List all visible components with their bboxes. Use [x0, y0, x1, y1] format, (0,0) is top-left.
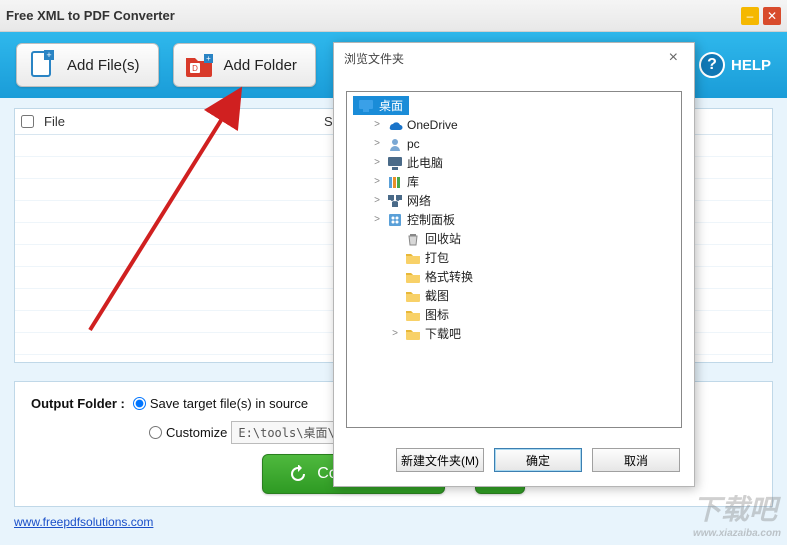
tree-item-label: 控制面板: [407, 211, 455, 228]
lib-icon: [387, 174, 403, 190]
folder-icon: [405, 269, 421, 285]
folder-tree[interactable]: 桌面 >OneDrive>pc>此电脑>库>网络>控制面板回收站打包格式转换截图…: [346, 91, 682, 428]
dialog-buttons: 新建文件夹(M) 确定 取消: [334, 438, 694, 486]
tree-item[interactable]: > 网络: [353, 191, 675, 210]
expand-icon[interactable]: >: [389, 328, 401, 339]
titlebar: Free XML to PDF Converter – ✕: [0, 0, 787, 32]
tree-root-label: 桌面: [379, 97, 403, 114]
desktop-icon: [359, 100, 373, 112]
svg-text:D: D: [192, 64, 198, 73]
col-file: File: [44, 114, 324, 129]
tree-item-label: 回收站: [425, 230, 461, 247]
tree-item[interactable]: > OneDrive: [353, 115, 675, 134]
help-icon: ?: [699, 52, 725, 78]
tree-root-desktop[interactable]: 桌面: [353, 96, 409, 115]
folder-icon: [405, 288, 421, 304]
tree-item-label: 此电脑: [407, 154, 443, 171]
output-folder-label: Output Folder :: [31, 396, 125, 411]
save-source-text: Save target file(s) in source: [150, 396, 308, 411]
tree-item[interactable]: > 控制面板: [353, 210, 675, 229]
tree-item-label: OneDrive: [407, 118, 458, 132]
expand-icon[interactable]: >: [371, 138, 383, 149]
cancel-button[interactable]: 取消: [592, 448, 680, 472]
add-folder-label: Add Folder: [224, 57, 297, 74]
help-label: HELP: [731, 57, 771, 74]
tree-item-label: 网络: [407, 192, 431, 209]
tree-item[interactable]: 截图: [353, 286, 675, 305]
tree-item[interactable]: >库: [353, 172, 675, 191]
recycle-icon: [405, 231, 421, 247]
svg-text:+: +: [46, 50, 51, 60]
select-all-checkbox[interactable]: [21, 115, 34, 128]
browse-folder-dialog: 浏览文件夹 × 桌面 >OneDrive>pc>此电脑>库>网络>控制面板回收站…: [333, 42, 695, 487]
minimize-button[interactable]: –: [741, 7, 759, 25]
add-folder-button[interactable]: D+ Add Folder: [173, 43, 316, 87]
help-button[interactable]: ? HELP: [699, 52, 771, 78]
expand-icon[interactable]: >: [371, 176, 383, 187]
dialog-titlebar: 浏览文件夹 ×: [334, 43, 694, 73]
new-folder-button[interactable]: 新建文件夹(M): [396, 448, 484, 472]
tree-item[interactable]: 回收站: [353, 229, 675, 248]
add-files-label: Add File(s): [67, 57, 140, 74]
save-source-radio-input[interactable]: [133, 397, 146, 410]
customize-radio-input[interactable]: [149, 426, 162, 439]
close-button[interactable]: ✕: [763, 7, 781, 25]
dialog-close-button[interactable]: ×: [663, 49, 684, 67]
tree-item[interactable]: > 下载吧: [353, 324, 675, 343]
file-add-icon: +: [27, 50, 57, 80]
expand-icon[interactable]: >: [371, 157, 383, 168]
footer-link[interactable]: www.freepdfsolutions.com: [14, 515, 153, 529]
net-icon: [387, 193, 403, 209]
tree-item[interactable]: > pc: [353, 134, 675, 153]
save-source-radio[interactable]: Save target file(s) in source: [133, 396, 308, 411]
tree-item[interactable]: 格式转换: [353, 267, 675, 286]
tree-item-label: 图标: [425, 306, 449, 323]
customize-radio[interactable]: Customize: [149, 425, 227, 440]
expand-icon[interactable]: >: [371, 214, 383, 225]
tree-item[interactable]: 打包: [353, 248, 675, 267]
col-status: S: [324, 114, 333, 129]
tree-item-label: 下载吧: [425, 325, 461, 342]
onedrive-icon: [387, 117, 403, 133]
window-title: Free XML to PDF Converter: [6, 8, 737, 23]
tree-item-label: 格式转换: [425, 268, 473, 285]
panel-icon: [387, 212, 403, 228]
tree-item-label: 打包: [425, 249, 449, 266]
folder-icon: [405, 250, 421, 266]
ok-button[interactable]: 确定: [494, 448, 582, 472]
user-icon: [387, 136, 403, 152]
tree-item[interactable]: 图标: [353, 305, 675, 324]
refresh-icon: [289, 465, 307, 483]
tree-item-label: 截图: [425, 287, 449, 304]
pc-icon: [387, 155, 403, 171]
folder-icon: [405, 307, 421, 323]
tree-item-label: 库: [407, 173, 419, 190]
expand-icon[interactable]: >: [371, 119, 383, 130]
dialog-title: 浏览文件夹: [344, 50, 404, 67]
add-files-button[interactable]: + Add File(s): [16, 43, 159, 87]
tree-item[interactable]: > 此电脑: [353, 153, 675, 172]
svg-text:+: +: [206, 54, 211, 63]
expand-icon[interactable]: >: [371, 195, 383, 206]
customize-text: Customize: [166, 425, 227, 440]
folder-add-icon: D+: [184, 50, 214, 80]
folder-icon: [405, 326, 421, 342]
tree-item-label: pc: [407, 137, 420, 151]
